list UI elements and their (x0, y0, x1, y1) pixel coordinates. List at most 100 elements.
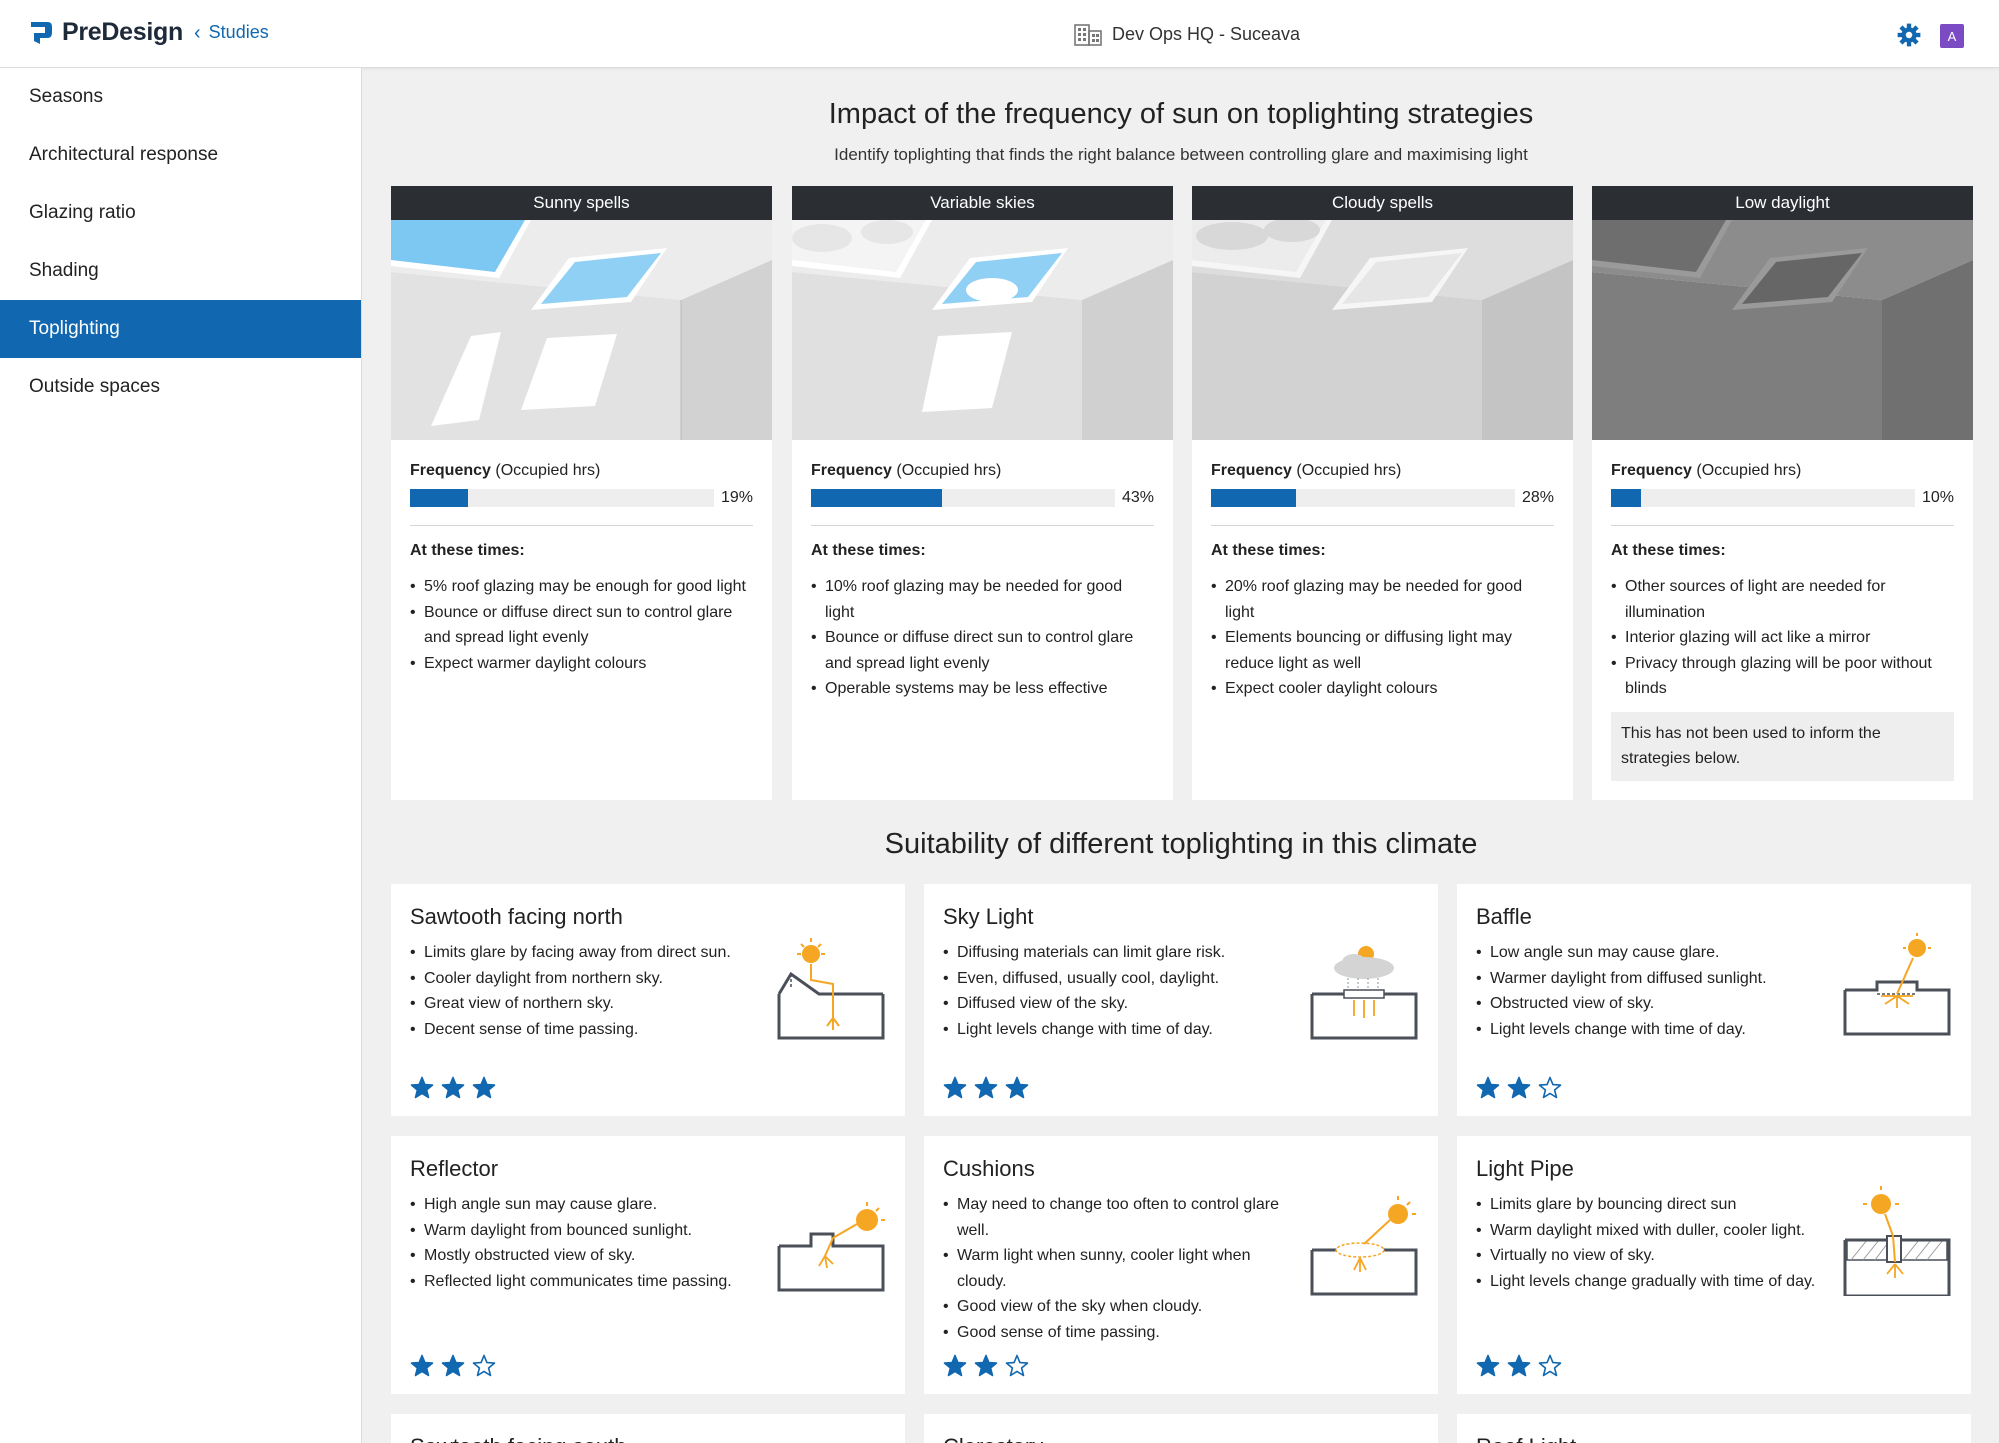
light-pipe-diagram-icon (1843, 1186, 1951, 1296)
star-empty-icon (1538, 1354, 1562, 1377)
frequency-percent: 43% (1121, 489, 1154, 506)
star-filled-icon (472, 1076, 496, 1099)
frequency-percent: 28% (1521, 489, 1554, 506)
star-filled-icon (1507, 1354, 1531, 1377)
not-used-note: This has not been used to inform the str… (1611, 711, 1954, 781)
at-these-times-heading: At these times: (410, 542, 525, 559)
list-item: Light levels change gradually with time … (1476, 1269, 1826, 1295)
strategy-card-sky-light: Sky Light Diffusing materials can limit … (924, 884, 1438, 1116)
strategy-card-light-pipe: Light Pipe Limits glare by bouncing dire… (1457, 1136, 1971, 1394)
top-bar: PreDesign ‹ Studies Dev Ops HQ - Suceava… (0, 0, 1999, 68)
weather-card-title: Low daylight (1592, 186, 1973, 220)
list-item: Diffused view of the sky. (943, 991, 1293, 1017)
list-item: Warmer daylight from diffused sunlight. (1476, 966, 1826, 992)
rating-stars (943, 1354, 1029, 1378)
project-title: Dev Ops HQ - Suceava (1074, 22, 1300, 46)
list-item: 20% roof glazing may be needed for good … (1211, 574, 1554, 625)
list-item: Elements bouncing or diffusing light may… (1211, 625, 1554, 676)
building-icon (1074, 24, 1102, 46)
frequency-percent: 10% (1921, 489, 1954, 506)
sidebar-item-architectural-response[interactable]: Architectural response (0, 126, 361, 184)
weather-bullets: 10% roof glazing may be needed for good … (811, 574, 1154, 702)
list-item: Limits glare by facing away from direct … (410, 940, 760, 966)
star-filled-icon (1476, 1354, 1500, 1377)
weather-bullets: 20% roof glazing may be needed for good … (1211, 574, 1554, 702)
sidebar-item-seasons[interactable]: Seasons (0, 68, 361, 126)
list-item: Cooler daylight from northern sky. (410, 966, 760, 992)
list-item: Decent sense of time passing. (410, 1017, 760, 1043)
sidebar-item-shading[interactable]: Shading (0, 242, 361, 300)
sidebar-item-outside-spaces[interactable]: Outside spaces (0, 358, 361, 416)
sky-light-diagram-icon (1310, 946, 1418, 1040)
at-these-times-heading: At these times: (811, 542, 926, 559)
weather-card-title: Sunny spells (391, 186, 772, 220)
cloudy-room-illustration (1192, 220, 1573, 440)
frequency-bar (1211, 489, 1515, 507)
list-item: Low angle sun may cause glare. (1476, 940, 1826, 966)
star-filled-icon (1005, 1076, 1029, 1099)
rating-stars (410, 1076, 496, 1100)
chevron-left-icon: ‹ (194, 21, 201, 44)
list-item: Interior glazing will act like a mirror (1611, 625, 1954, 651)
frequency-label: Frequency (Occupied hrs) (410, 462, 601, 479)
rating-stars (1476, 1076, 1562, 1100)
strategy-card-reflector: Reflector High angle sun may cause glare… (391, 1136, 905, 1394)
strategy-title: Sky Light (943, 904, 1034, 929)
frequency-bar-fill (1211, 489, 1297, 507)
sunny-room-illustration (391, 220, 772, 440)
star-filled-icon (441, 1354, 465, 1377)
strategy-bullets: May need to change too often to control … (943, 1192, 1293, 1345)
strategy-card-roof-light: Roof Light (1457, 1414, 1971, 1443)
page-title: Impact of the frequency of sun on toplig… (828, 98, 1534, 130)
list-item: Warm daylight mixed with duller, cooler … (1476, 1218, 1826, 1244)
reflector-diagram-icon (777, 1202, 885, 1292)
low-daylight-room-illustration (1592, 220, 1973, 440)
frequency-bar (811, 489, 1115, 507)
list-item: Diffusing materials can limit glare risk… (943, 940, 1293, 966)
strategy-title: Roof Light (1476, 1434, 1576, 1443)
strategy-title: Baffle (1476, 904, 1532, 929)
list-item: Mostly obstructed view of sky. (410, 1243, 760, 1269)
at-these-times-heading: At these times: (1611, 542, 1726, 559)
list-item: May need to change too often to control … (943, 1192, 1293, 1243)
list-item: Reflected light communicates time passin… (410, 1269, 760, 1295)
weather-card-title: Variable skies (792, 186, 1173, 220)
list-item: Light levels change with time of day. (1476, 1017, 1826, 1043)
list-item: Limits glare by bouncing direct sun (1476, 1192, 1826, 1218)
star-filled-icon (410, 1076, 434, 1099)
strategy-bullets: Diffusing materials can limit glare risk… (943, 940, 1293, 1042)
list-item: Operable systems may be less effective (811, 676, 1154, 702)
strategy-title: Sawtooth facing north (410, 904, 623, 929)
user-avatar[interactable]: A (1940, 24, 1964, 48)
app-logo[interactable]: PreDesign (28, 18, 183, 47)
strategy-title: Cushions (943, 1156, 1035, 1181)
strategy-bullets: Limits glare by facing away from direct … (410, 940, 760, 1042)
frequency-label: Frequency (Occupied hrs) (1611, 462, 1802, 479)
weather-bullets: 5% roof glazing may be enough for good l… (410, 574, 753, 676)
list-item: 10% roof glazing may be needed for good … (811, 574, 1154, 625)
at-these-times-heading: At these times: (1211, 542, 1326, 559)
sawtooth-north-diagram-icon (777, 938, 885, 1040)
list-item: 5% roof glazing may be enough for good l… (410, 574, 753, 600)
strategy-bullets: Limits glare by bouncing direct sun Warm… (1476, 1192, 1826, 1294)
sidebar-item-glazing-ratio[interactable]: Glazing ratio (0, 184, 361, 242)
star-filled-icon (1507, 1076, 1531, 1099)
list-item: Even, diffused, usually cool, daylight. (943, 966, 1293, 992)
weather-card-title: Cloudy spells (1192, 186, 1573, 220)
gear-icon[interactable] (1896, 22, 1922, 48)
frequency-bar (1611, 489, 1915, 507)
page-subtitle: Identify toplighting that finds the righ… (834, 145, 1528, 164)
frequency-bar (410, 489, 714, 507)
star-filled-icon (441, 1076, 465, 1099)
weather-card-sunny: Sunny spells Frequency (Occupied hrs) 19… (391, 186, 772, 800)
star-empty-icon (1538, 1076, 1562, 1099)
list-item: Warm light when sunny, cooler light when… (943, 1243, 1293, 1294)
frequency-label: Frequency (Occupied hrs) (1211, 462, 1402, 479)
rating-stars (943, 1076, 1029, 1100)
strategy-title: Clerestory (943, 1434, 1043, 1443)
sidebar-item-toplighting[interactable]: Toplighting (0, 300, 361, 358)
frequency-percent: 19% (720, 489, 753, 506)
rating-stars (1476, 1354, 1562, 1378)
back-to-studies-link[interactable]: ‹ Studies (194, 22, 269, 43)
strategy-card-cushions: Cushions May need to change too often to… (924, 1136, 1438, 1394)
